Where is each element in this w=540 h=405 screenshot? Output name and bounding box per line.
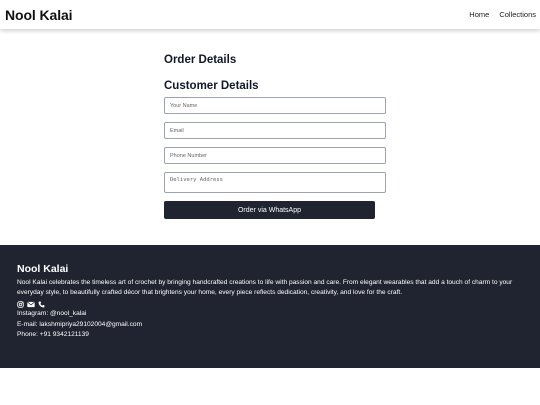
phone-input[interactable]: [164, 147, 386, 164]
footer-instagram: Instagram: @nool_kalai: [17, 310, 87, 317]
address-textarea[interactable]: [164, 172, 386, 193]
name-input[interactable]: [164, 97, 386, 114]
footer-phone: Phone: +91 9342121139: [17, 331, 89, 338]
footer-email: E-mail: lakshmipriya29102004@gmail.com: [17, 320, 143, 328]
navbar: Nool Kalai Home Collections: [0, 0, 540, 29]
order-details-heading: Order Details: [164, 54, 237, 66]
instagram-icon[interactable]: [17, 301, 24, 308]
order-form-section: Order Details Customer Details Order via…: [164, 54, 386, 219]
nav-links: Home Collections: [469, 10, 536, 19]
footer-description: Nool Kalai celebrates the timeless art o…: [17, 279, 513, 296]
phone-icon[interactable]: [38, 301, 45, 308]
nav-link-collections[interactable]: Collections: [499, 10, 536, 19]
nav-link-home[interactable]: Home: [469, 10, 489, 19]
envelope-icon[interactable]: [27, 301, 35, 308]
email-input[interactable]: [164, 122, 386, 139]
customer-details-heading: Customer Details: [164, 80, 259, 92]
footer-title: Nool Kalai: [17, 263, 69, 275]
footer: Nool Kalai Nool Kalai celebrates the tim…: [0, 245, 540, 368]
brand-logo[interactable]: Nool Kalai: [5, 7, 73, 23]
order-whatsapp-button[interactable]: Order via WhatsApp: [164, 201, 375, 219]
footer-social-icons: [17, 300, 523, 309]
